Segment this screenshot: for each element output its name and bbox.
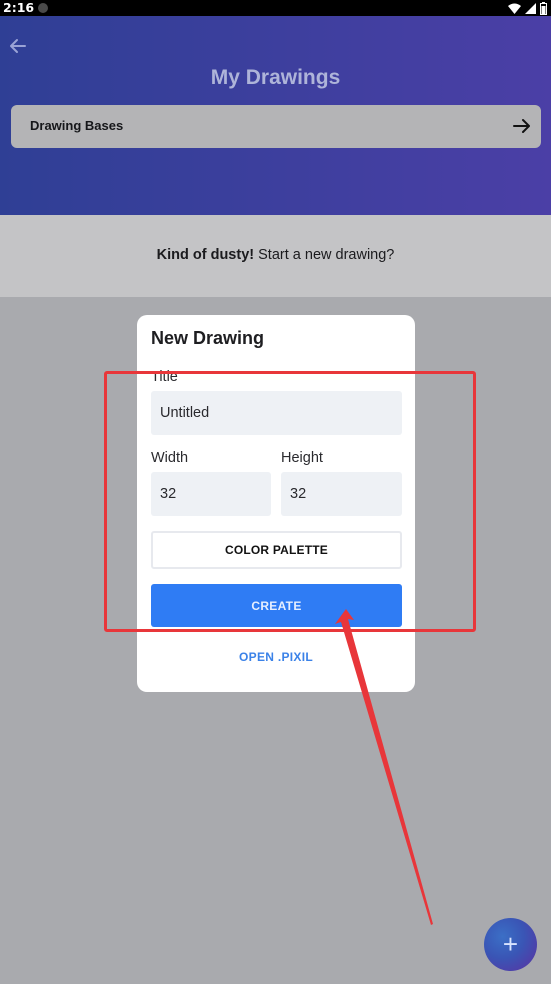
empty-state-rest: Start a new drawing? — [254, 247, 395, 263]
notification-dot-icon — [38, 3, 48, 13]
dialog-title: New Drawing — [151, 328, 265, 348]
back-arrow-icon[interactable] — [8, 36, 28, 56]
page-title: My Drawings — [210, 66, 341, 89]
signal-icon — [525, 2, 536, 14]
annotation-highlight-box — [104, 371, 476, 632]
app-header: My Drawings Drawing Bases — [0, 16, 551, 215]
drawing-bases-label: Drawing Bases — [30, 118, 124, 133]
empty-state-text: Kind of dusty! Start a new drawing? — [0, 247, 551, 263]
wifi-icon — [508, 3, 521, 14]
status-icons — [508, 1, 547, 15]
status-time: 2:16 — [3, 0, 35, 15]
add-drawing-fab[interactable]: + — [484, 918, 537, 971]
arrow-right-icon — [513, 119, 530, 133]
empty-state-bold: Kind of dusty! — [156, 247, 255, 263]
status-bar: 2:16 — [0, 0, 551, 16]
battery-icon — [540, 1, 547, 15]
open-pixil-button[interactable]: OPEN .PIXIL — [137, 650, 415, 664]
plus-icon: + — [502, 929, 519, 959]
drawing-bases-button[interactable]: Drawing Bases — [11, 105, 541, 148]
empty-state-banner: Kind of dusty! Start a new drawing? — [0, 215, 551, 297]
